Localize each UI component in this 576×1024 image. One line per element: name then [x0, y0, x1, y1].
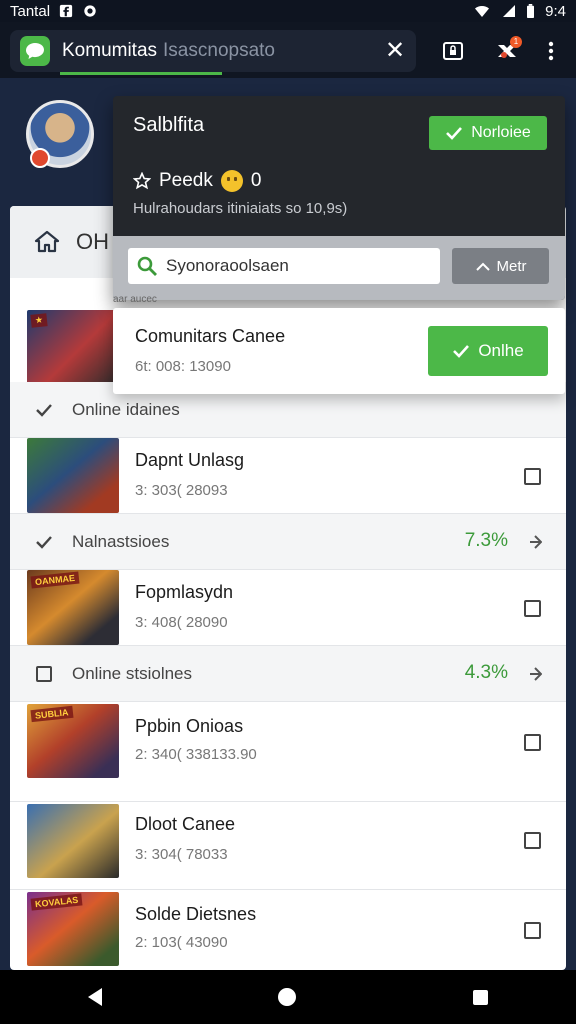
more-button[interactable]: Metr — [452, 248, 549, 284]
avatar-badge — [30, 148, 50, 168]
check-icon — [446, 127, 463, 140]
list-item[interactable]: Dloot Canee 3: 304( 78033 — [10, 802, 566, 890]
game-name: Dapnt Unlasg — [135, 450, 245, 470]
game-name: Dloot Canee — [135, 814, 236, 834]
game-name: Solde Dietsnes — [135, 904, 257, 924]
profile-popup: Salblfita Norloiee Peedk 0 Hulrahoudars … — [113, 96, 565, 300]
game-meta: 2: 103( 43090 — [135, 934, 228, 951]
game-thumbnail: KOVALAS — [27, 892, 119, 966]
section-header-online-stats[interactable]: Online stsiolnes 4.3% — [10, 646, 566, 702]
chevron-up-icon — [475, 262, 490, 271]
home-icon[interactable] — [34, 229, 60, 255]
thumbnail-tag: KOVALAS — [30, 893, 83, 911]
lock-icon[interactable] — [438, 36, 468, 66]
game-meta: 2: 340( 338133.90 — [135, 746, 257, 763]
check-icon — [36, 404, 52, 417]
select-checkbox[interactable] — [524, 832, 541, 849]
active-tab-indicator — [60, 72, 222, 75]
checkbox-icon — [34, 664, 54, 684]
game-thumbnail: SUBLIA — [27, 704, 119, 778]
app-title: Komumitas — [62, 40, 158, 61]
more-button-label: Metr — [496, 257, 527, 275]
search-input[interactable] — [166, 256, 426, 276]
section-percent: 7.3% — [464, 530, 508, 551]
featured-game-card[interactable]: Comunitars Canee 6t: 008: 13090 Onlhe — [113, 308, 565, 394]
close-icon[interactable]: ✕ — [382, 38, 408, 64]
back-icon[interactable] — [88, 988, 103, 1006]
popup-title: Salblfita — [133, 114, 205, 136]
search-icon — [137, 256, 157, 276]
game-meta: 3: 304( 78033 — [135, 846, 228, 863]
chevron-right-icon[interactable] — [528, 664, 542, 684]
section-header-stats[interactable]: Nalnastsioes 7.3% — [10, 514, 566, 570]
thumbnail-tag: OANMAE — [30, 571, 80, 589]
section-label: Online stsiolnes — [72, 664, 193, 683]
app-subtitle: Isascnopsato — [163, 40, 275, 61]
game-meta: 6t: 008: 13090 — [135, 358, 231, 375]
section-label: Nalnastsioes — [72, 532, 170, 551]
game-thumbnail — [27, 804, 119, 878]
section-label: Online idaines — [72, 400, 180, 419]
more-vert-icon[interactable] — [536, 36, 566, 66]
game-thumbnail: OANMAE — [27, 570, 119, 645]
check-icon — [36, 536, 52, 549]
select-checkbox[interactable] — [524, 600, 541, 617]
app-logo-icon — [20, 36, 50, 66]
list-item[interactable]: OANMAE Fopmlasydn 3: 408( 28090 — [10, 570, 566, 646]
status-bar: Tantal 9:4 — [0, 0, 576, 22]
check-icon — [453, 345, 470, 358]
follow-button[interactable]: Norloiee — [429, 116, 547, 150]
select-checkbox[interactable] — [524, 468, 541, 485]
popup-search-bar: Metr — [113, 236, 565, 300]
search-field[interactable] — [128, 248, 440, 284]
stat-value: 0 — [250, 170, 262, 191]
game-meta: 3: 408( 28090 — [135, 614, 228, 631]
chevron-right-icon[interactable] — [528, 532, 542, 552]
list-item[interactable]: KOVALAS Solde Dietsnes 2: 103( 43090 — [10, 890, 566, 970]
facebook-icon — [59, 4, 73, 18]
thumbnail-tag: SUBLIA — [30, 705, 74, 723]
section-percent: 4.3% — [464, 662, 508, 683]
list-item[interactable]: SUBLIA Ppbin Onioas 2: 340( 338133.90 — [10, 702, 566, 802]
app-bar: Komumitas Isascnopsato ✕ 1 — [0, 22, 576, 78]
follow-button-label: Norloiee — [471, 124, 531, 141]
star-icon — [133, 172, 151, 190]
notification-icon[interactable]: 1 — [492, 36, 522, 66]
game-name: Ppbin Onioas — [135, 716, 244, 736]
list-item[interactable]: Dapnt Unlasg 3: 303( 28093 — [10, 438, 566, 514]
emoji-icon — [220, 170, 243, 192]
online-button[interactable]: Onlhe — [428, 326, 548, 376]
select-checkbox[interactable] — [524, 922, 541, 939]
game-name: Comunitars Canee — [135, 326, 286, 346]
recents-icon[interactable] — [472, 989, 488, 1005]
signal-icon — [503, 5, 516, 17]
wifi-icon — [475, 6, 490, 17]
game-thumbnail — [27, 438, 119, 513]
online-button-label: Onlhe — [478, 341, 524, 360]
battery-icon — [527, 4, 535, 18]
chat-bubble-icon — [84, 5, 96, 17]
notification-badge: 1 — [510, 36, 522, 48]
card-header-title: OH — [76, 229, 109, 254]
home-button-icon[interactable] — [278, 988, 297, 1006]
game-meta: 3: 303( 28093 — [135, 482, 228, 499]
game-name: Fopmlasydn — [135, 582, 234, 602]
stat-label: Peedk — [159, 170, 213, 191]
featured-caption: aar aucec — [113, 294, 157, 305]
carrier-label: Tantal — [10, 2, 51, 20]
clock: 9:4 — [545, 2, 566, 20]
title-pill[interactable]: Komumitas Isascnopsato ✕ — [10, 30, 416, 72]
thumbnail-tag-icon: ★ — [30, 313, 48, 328]
system-nav-bar — [0, 970, 576, 1024]
popup-stat: Peedk 0 — [133, 170, 261, 192]
bookmark-checkbox[interactable] — [524, 734, 541, 751]
popup-description: Hulrahoudars itiniaiats so 10,9s) — [133, 200, 348, 217]
game-thumbnail: ★ — [27, 310, 119, 384]
